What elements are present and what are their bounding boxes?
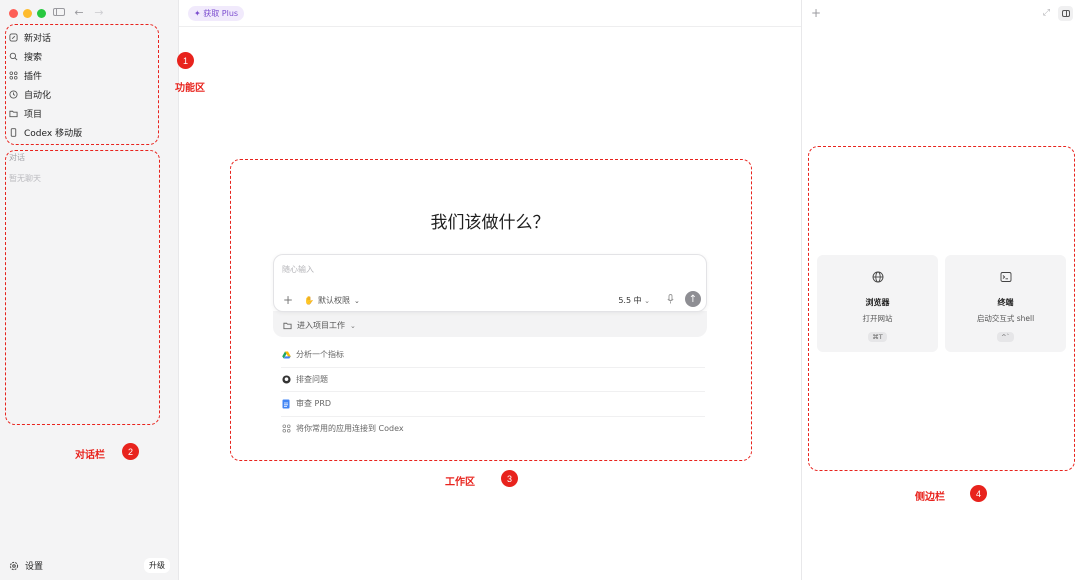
window-controls — [9, 9, 46, 18]
upgrade-button[interactable]: 升级 — [144, 558, 170, 573]
toggle-sidebar-button[interactable] — [53, 6, 65, 19]
expand-icon: ⤢ — [1042, 8, 1050, 18]
get-plus-button[interactable]: ✦ 获取 Plus — [188, 6, 245, 21]
annotation-label-2: 对话栏 — [75, 450, 105, 461]
close-window-button[interactable] — [9, 9, 18, 18]
annotation-badge-3: 3 — [501, 470, 518, 487]
annotation-label-3: 工作区 — [445, 477, 475, 488]
titlebar-toolbar: ← → — [53, 6, 105, 19]
back-button[interactable]: ← — [73, 6, 85, 19]
annotation-badge-1: 1 — [177, 52, 194, 69]
toggle-panel-button[interactable] — [1058, 6, 1073, 21]
main-topbar: ✦ 获取 Plus — [179, 0, 801, 27]
forward-button[interactable]: → — [93, 6, 105, 19]
annotation-badge-2: 2 — [122, 443, 139, 460]
settings-label: 设置 — [25, 562, 44, 572]
chat-area-highlight — [5, 150, 160, 425]
expand-button[interactable]: ⤢ — [1043, 8, 1050, 18]
workspace-highlight — [230, 159, 752, 461]
annotation-label-4: 侧边栏 — [915, 492, 945, 503]
side-panel-highlight — [808, 146, 1075, 471]
annotation-badge-4: 4 — [970, 485, 987, 502]
sidebar-icon — [53, 8, 65, 16]
maximize-window-button[interactable] — [37, 9, 46, 18]
function-area-highlight — [5, 24, 159, 145]
gear-icon — [9, 561, 19, 570]
annotation-label-1: 功能区 — [175, 83, 205, 94]
minimize-window-button[interactable] — [23, 9, 32, 18]
settings-button[interactable]: 设置 — [9, 559, 43, 572]
panel-icon — [1061, 10, 1070, 17]
new-tab-button[interactable]: + — [811, 6, 821, 20]
